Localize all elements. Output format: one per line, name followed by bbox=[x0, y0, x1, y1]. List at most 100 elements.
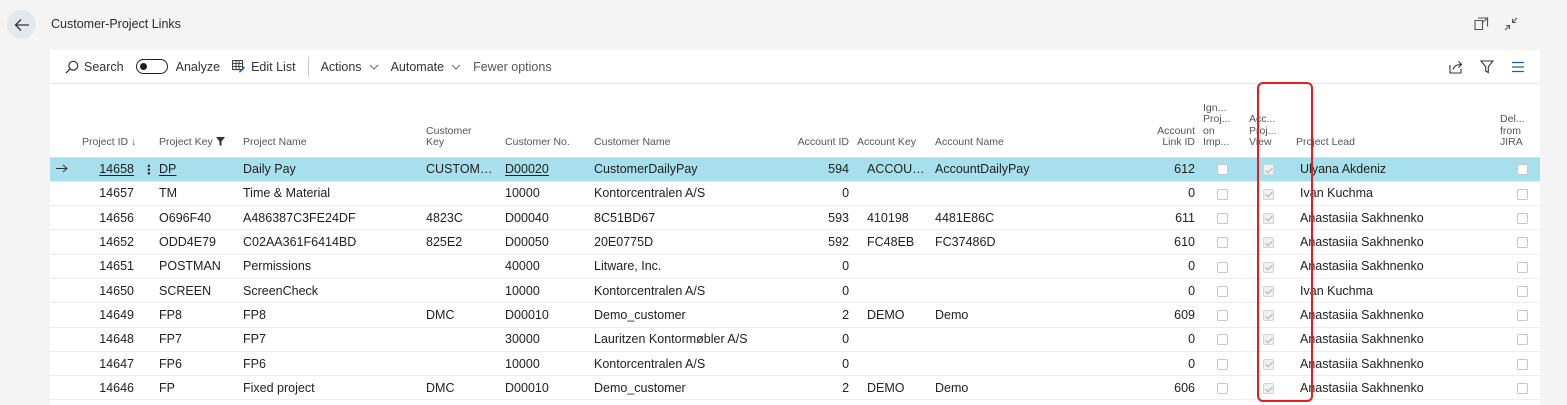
column-header-customer-name[interactable]: Customer Name bbox=[590, 84, 778, 158]
cell-customer-key[interactable]: CUSTOMER... bbox=[422, 157, 502, 182]
cell-customer-key[interactable]: DMC bbox=[422, 375, 502, 401]
table-row[interactable]: 14646 FP Fixed project DMC D00010 Demo_custom… bbox=[50, 375, 1541, 401]
cell-account-link-id[interactable]: 609 bbox=[1151, 302, 1200, 328]
cell-project-lead[interactable]: Ivan Kuchma bbox=[1292, 278, 1489, 304]
cell-project-key[interactable]: FP8 bbox=[155, 302, 240, 328]
cell-customer-no[interactable]: D00040 bbox=[501, 205, 591, 231]
cell-project-name[interactable]: Fixed project bbox=[239, 375, 423, 401]
cell-deleted-from-jira[interactable] bbox=[1488, 157, 1541, 182]
cell-customer-no[interactable]: 40000 bbox=[501, 254, 591, 279]
cell-project-key[interactable]: FP bbox=[155, 375, 240, 401]
cell-account-link-id[interactable]: 612 bbox=[1151, 157, 1200, 182]
cell-deleted-from-jira[interactable] bbox=[1488, 278, 1541, 304]
row-selector[interactable] bbox=[50, 375, 78, 401]
cell-customer-key[interactable] bbox=[422, 254, 502, 279]
cell-account-id[interactable]: 0 bbox=[777, 254, 854, 279]
automate-menu[interactable]: Automate bbox=[385, 55, 468, 79]
checkbox[interactable] bbox=[1216, 334, 1228, 346]
cell-ignore-project-on-import[interactable] bbox=[1199, 181, 1246, 207]
row-selector[interactable] bbox=[50, 302, 78, 328]
cell-project-name[interactable]: Time & Material bbox=[239, 181, 423, 207]
cell-customer-no[interactable]: 10000 bbox=[501, 278, 591, 304]
fewer-options-button[interactable]: Fewer options bbox=[467, 55, 558, 79]
cell-project-lead[interactable]: Anastasiia Sakhnenko bbox=[1292, 254, 1489, 279]
column-header-account-key[interactable]: Account Key bbox=[853, 84, 932, 158]
checkbox[interactable] bbox=[1216, 164, 1228, 176]
cell-customer-no[interactable]: D00010 bbox=[501, 302, 591, 328]
cell-project-id[interactable]: 14650 bbox=[78, 278, 138, 304]
cell-project-id[interactable]: 14656 bbox=[78, 205, 138, 231]
row-selector[interactable] bbox=[50, 181, 78, 207]
cell-project-id[interactable]: 14651 bbox=[78, 254, 138, 279]
cell-customer-name[interactable]: Kontorcentralen A/S bbox=[590, 278, 778, 304]
cell-project-id[interactable]: 14647 bbox=[78, 351, 138, 377]
cell-customer-name[interactable]: Litware, Inc. bbox=[590, 254, 778, 279]
cell-customer-no[interactable]: 10000 bbox=[501, 351, 591, 377]
cell-project-lead[interactable]: Anastasiia Sakhnenko bbox=[1292, 351, 1489, 377]
cell-project-name[interactable]: ScreenCheck bbox=[239, 278, 423, 304]
cell-project-key[interactable]: ODD4E79 bbox=[155, 229, 240, 255]
table-row[interactable]: 14657 TM Time & Material 10000 Kontorcentral… bbox=[50, 181, 1541, 207]
column-header-project-key[interactable]: Project Key bbox=[155, 84, 240, 158]
column-header-ignore-project-on-import[interactable]: Ign... Proj... on Imp... bbox=[1199, 84, 1246, 158]
column-header-access-project-view[interactable]: Acc... Proj... View bbox=[1245, 84, 1293, 158]
cell-deleted-from-jira[interactable] bbox=[1488, 229, 1541, 255]
cell-customer-name[interactable]: Demo_customer bbox=[590, 375, 778, 401]
checkbox[interactable] bbox=[1263, 310, 1275, 322]
collapse-button[interactable] bbox=[1503, 16, 1519, 32]
open-in-new-window-button[interactable] bbox=[1473, 16, 1489, 32]
table-row[interactable]: 14650 SCREEN ScreenCheck 10000 Kontorcentral… bbox=[50, 278, 1541, 304]
back-button[interactable] bbox=[7, 10, 36, 39]
share-button[interactable] bbox=[1448, 59, 1464, 75]
row-menu[interactable] bbox=[138, 229, 156, 255]
checkbox[interactable] bbox=[1263, 383, 1275, 395]
cell-project-id[interactable]: 14657 bbox=[78, 181, 138, 207]
cell-project-lead[interactable]: Ivan Kuchma bbox=[1292, 181, 1489, 207]
row-menu[interactable] bbox=[138, 205, 156, 231]
cell-project-id[interactable]: 14646 bbox=[78, 375, 138, 401]
checkbox[interactable] bbox=[1517, 334, 1529, 346]
cell-access-project-view[interactable] bbox=[1245, 302, 1293, 328]
cell-account-link-id[interactable]: 0 bbox=[1151, 278, 1200, 304]
cell-customer-key[interactable]: DMC bbox=[422, 302, 502, 328]
table-row[interactable]: 14652 ODD4E79 C02AA361F6414BD 825E2 D00050 20… bbox=[50, 229, 1541, 255]
actions-menu[interactable]: Actions bbox=[315, 55, 385, 79]
cell-project-name[interactable]: FP6 bbox=[239, 351, 423, 377]
cell-project-key[interactable]: SCREEN bbox=[155, 278, 240, 304]
cell-account-id[interactable]: 0 bbox=[777, 181, 854, 207]
row-selector[interactable] bbox=[50, 351, 78, 377]
checkbox[interactable] bbox=[1216, 212, 1228, 224]
checkbox[interactable] bbox=[1216, 261, 1228, 273]
cell-access-project-view[interactable] bbox=[1245, 375, 1293, 401]
table-row[interactable]: 14648 FP7 FP7 30000 Lauritzen Kontormøbler A… bbox=[50, 327, 1541, 352]
cell-customer-key[interactable] bbox=[422, 327, 502, 352]
column-header-project-id[interactable]: Project ID ↓ bbox=[78, 84, 156, 158]
cell-project-key[interactable]: FP7 bbox=[155, 327, 240, 352]
cell-account-name[interactable] bbox=[931, 327, 1152, 352]
row-selector[interactable] bbox=[50, 278, 78, 304]
cell-customer-no[interactable]: 30000 bbox=[501, 327, 591, 352]
cell-account-id[interactable]: 0 bbox=[777, 278, 854, 304]
cell-account-link-id[interactable]: 0 bbox=[1151, 181, 1200, 207]
edit-list-button[interactable]: Edit List bbox=[226, 55, 301, 79]
table-row[interactable]: 14658 ⋮ DP Daily Pay CUSTOMER... D00020 Custom… bbox=[50, 157, 1541, 182]
cell-project-key[interactable]: DP bbox=[155, 157, 240, 182]
cell-customer-no[interactable]: D00010 bbox=[501, 375, 591, 401]
row-selector[interactable] bbox=[50, 254, 78, 279]
cell-account-name[interactable] bbox=[931, 278, 1152, 304]
cell-ignore-project-on-import[interactable] bbox=[1199, 375, 1246, 401]
cell-project-key[interactable]: FP6 bbox=[155, 351, 240, 377]
column-header-customer-no[interactable]: Customer No. bbox=[501, 84, 591, 158]
cell-ignore-project-on-import[interactable] bbox=[1199, 157, 1246, 182]
table-row[interactable]: 14647 FP6 FP6 10000 Kontorcentralen A/S 0 0 Ana… bbox=[50, 351, 1541, 377]
row-selector[interactable] bbox=[50, 205, 78, 231]
checkbox[interactable] bbox=[1517, 188, 1529, 200]
cell-account-name[interactable]: Demo bbox=[931, 302, 1152, 328]
checkbox[interactable] bbox=[1517, 285, 1529, 297]
cell-account-key[interactable]: 410198 bbox=[853, 205, 932, 231]
checkbox[interactable] bbox=[1263, 285, 1275, 297]
checkbox[interactable] bbox=[1263, 261, 1275, 273]
cell-account-key[interactable] bbox=[853, 351, 932, 377]
cell-account-key[interactable] bbox=[853, 254, 932, 279]
checkbox[interactable] bbox=[1216, 383, 1228, 395]
